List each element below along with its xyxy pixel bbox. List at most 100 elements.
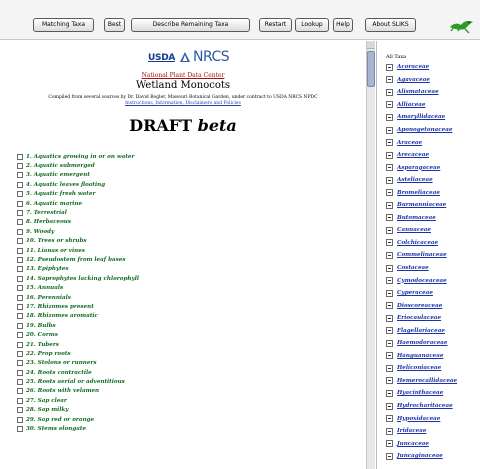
taxon-link[interactable]: Juncaginaceae (397, 453, 443, 459)
lookup-button[interactable]: Lookup (295, 18, 329, 32)
taxon-link[interactable]: Hypoxidaceae (397, 416, 440, 422)
collapse-toggle-icon[interactable] (386, 63, 393, 71)
character-label[interactable]: 5. Aquatic fresh water (26, 191, 95, 197)
taxon-link[interactable]: Arecaceae (397, 152, 429, 158)
collapse-toggle-icon[interactable] (386, 452, 393, 460)
character-label[interactable]: 23. Stolons or runners (26, 360, 96, 366)
collapse-toggle-icon[interactable] (386, 101, 393, 109)
character-label[interactable]: 15. Annuals (26, 285, 63, 291)
taxon-link[interactable]: Hyacinthaceae (397, 390, 443, 396)
taxon-link[interactable]: Burmanniaceae (397, 202, 446, 208)
character-checkbox[interactable] (17, 219, 23, 226)
collapse-toggle-icon[interactable] (386, 377, 393, 385)
taxon-link[interactable]: Araceae (397, 140, 422, 146)
character-label[interactable]: 7. Terrestrial (26, 210, 67, 216)
taxon-link[interactable]: Juncaceae (397, 441, 429, 447)
taxon-link[interactable]: Amaryllidaceae (397, 114, 445, 120)
character-checkbox[interactable] (17, 322, 23, 329)
character-label[interactable]: 28. Sap milky (26, 407, 69, 413)
character-checkbox[interactable] (17, 247, 23, 254)
taxon-link[interactable]: Cannaceae (397, 227, 431, 233)
collapse-toggle-icon[interactable] (386, 189, 393, 197)
character-checkbox[interactable] (17, 200, 23, 207)
collapse-toggle-icon[interactable] (386, 302, 393, 310)
character-label[interactable]: 24. Roots contractile (26, 370, 92, 376)
character-label[interactable]: 16. Perennials (26, 295, 71, 301)
restart-button[interactable]: Restart (259, 18, 292, 32)
character-label[interactable]: 8. Herbaceous (26, 219, 71, 225)
character-checkbox[interactable] (17, 397, 23, 404)
character-label[interactable]: 13. Epiphytes (26, 266, 69, 272)
taxon-link[interactable]: Hanguanaceae (397, 353, 443, 359)
character-label[interactable]: 1. Aquatics growing in or on water (26, 154, 134, 160)
collapse-toggle-icon[interactable] (386, 214, 393, 222)
character-label[interactable]: 18. Rhizomes aromatic (26, 313, 98, 319)
character-checkbox[interactable] (17, 153, 23, 160)
character-label[interactable]: 25. Roots aerial or adventitious (26, 379, 125, 385)
about-sliks-button[interactable]: About SLIKS (365, 18, 416, 32)
character-label[interactable]: 20. Corms (26, 332, 58, 338)
matching-taxa-button[interactable]: Matching Taxa (33, 18, 94, 32)
character-label[interactable]: 27. Sap clear (26, 398, 67, 404)
character-label[interactable]: 11. Lianas or vines (26, 248, 85, 254)
collapse-toggle-icon[interactable] (386, 88, 393, 96)
character-checkbox[interactable] (17, 181, 23, 188)
taxon-link[interactable]: Iridaceae (397, 428, 426, 434)
collapse-toggle-icon[interactable] (386, 289, 393, 297)
character-label[interactable]: 6. Aquatic marine (26, 201, 82, 207)
character-checkbox[interactable] (17, 294, 23, 301)
character-checkbox[interactable] (17, 350, 23, 357)
character-label[interactable]: 30. Stems elongate (26, 426, 86, 432)
character-checkbox[interactable] (17, 388, 23, 395)
collapse-toggle-icon[interactable] (386, 164, 393, 172)
taxon-link[interactable]: Costaceae (397, 265, 429, 271)
collapse-toggle-icon[interactable] (386, 76, 393, 84)
collapse-toggle-icon[interactable] (386, 440, 393, 448)
character-label[interactable]: 22. Prop roots (26, 351, 71, 357)
character-checkbox[interactable] (17, 332, 23, 339)
collapse-toggle-icon[interactable] (386, 264, 393, 272)
taxon-link[interactable]: Bromeliaceae (397, 190, 440, 196)
collapse-toggle-icon[interactable] (386, 151, 393, 159)
collapse-toggle-icon[interactable] (386, 327, 393, 335)
taxon-link[interactable]: Asparagaceae (397, 165, 440, 171)
taxon-link[interactable]: Cyperaceae (397, 290, 433, 296)
help-button[interactable]: Help (333, 18, 353, 32)
collapse-toggle-icon[interactable] (386, 427, 393, 435)
collapse-toggle-icon[interactable] (386, 239, 393, 247)
character-checkbox[interactable] (17, 256, 23, 263)
plant-data-center-link[interactable]: National Plant Data Center (0, 72, 366, 79)
character-checkbox[interactable] (17, 266, 23, 273)
character-label[interactable]: 10. Trees or shrubs (26, 238, 87, 244)
character-checkbox[interactable] (17, 379, 23, 386)
main-scrollbar[interactable] (366, 41, 375, 469)
character-label[interactable]: 14. Saprophytes lacking chlorophyll (26, 276, 139, 282)
character-checkbox[interactable] (17, 210, 23, 217)
taxon-link[interactable]: Colchicaceae (397, 240, 438, 246)
taxon-link[interactable]: Alliaceae (397, 102, 426, 108)
character-label[interactable]: 12. Pseudostem from leaf bases (26, 257, 125, 263)
character-checkbox[interactable] (17, 172, 23, 179)
taxon-link[interactable]: Agavaceae (397, 77, 430, 83)
character-checkbox[interactable] (17, 228, 23, 235)
character-checkbox[interactable] (17, 303, 23, 310)
character-label[interactable]: 21. Tubers (26, 342, 59, 348)
character-label[interactable]: 2. Aquatic submerged (26, 163, 95, 169)
character-checkbox[interactable] (17, 407, 23, 414)
character-checkbox[interactable] (17, 313, 23, 320)
best-button[interactable]: Best (104, 18, 125, 32)
taxon-link[interactable]: Flagellariaceae (397, 328, 445, 334)
scrollbar-thumb[interactable] (367, 51, 375, 87)
collapse-toggle-icon[interactable] (386, 314, 393, 322)
taxon-link[interactable]: Hemerocallidaceae (397, 378, 457, 384)
taxon-link[interactable]: Cymodoceaceae (397, 278, 447, 284)
character-checkbox[interactable] (17, 238, 23, 245)
collapse-toggle-icon[interactable] (386, 402, 393, 410)
taxon-link[interactable]: Asteliaceae (397, 177, 433, 183)
character-checkbox[interactable] (17, 163, 23, 170)
character-checkbox[interactable] (17, 369, 23, 376)
collapse-toggle-icon[interactable] (386, 415, 393, 423)
character-checkbox[interactable] (17, 416, 23, 423)
collapse-toggle-icon[interactable] (386, 126, 393, 134)
taxon-link[interactable]: Eriocaulaceae (397, 315, 441, 321)
